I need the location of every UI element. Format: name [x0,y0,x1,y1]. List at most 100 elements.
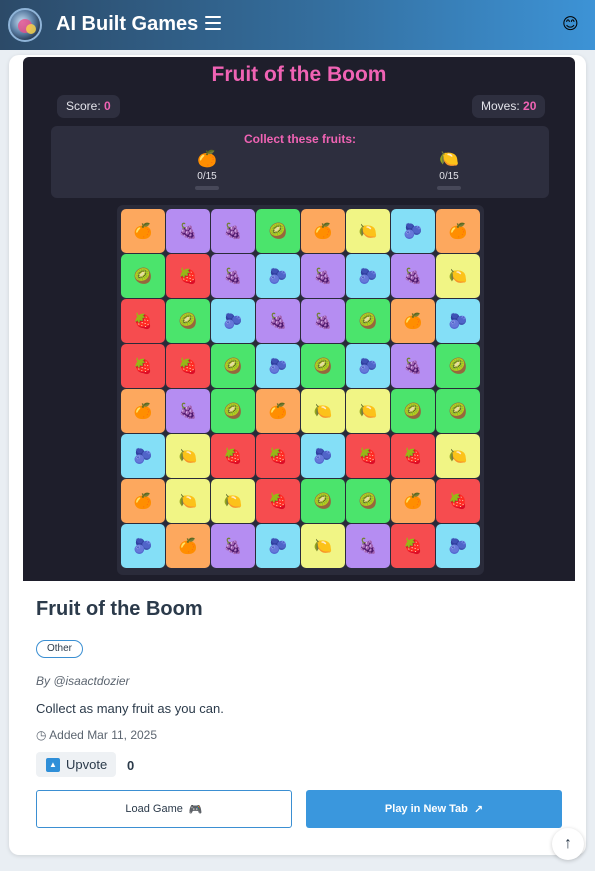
upvote-arrow-icon: ▲ [46,757,60,772]
board-cell-strawberry[interactable]: 🍓 [391,434,435,478]
top-bar: AI Built Games 😊 [0,0,595,50]
moves-display: Moves: 20 [472,95,546,118]
board-cell-kiwi[interactable]: 🥝 [436,389,480,433]
board-cell-berry[interactable]: 🫐 [256,524,300,568]
board-cell-berry[interactable]: 🫐 [391,209,435,253]
user-avatar-icon[interactable]: 😊 [562,16,579,34]
board-cell-lemon[interactable]: 🍋 [211,479,255,523]
board-cell-grape[interactable]: 🍇 [256,299,300,343]
board-cell-kiwi[interactable]: 🥝 [211,389,255,433]
board-cell-berry[interactable]: 🫐 [346,254,390,298]
board-cell-strawberry[interactable]: 🍓 [211,434,255,478]
site-title[interactable]: AI Built Games [56,13,198,36]
upvote-button[interactable]: ▲ Upvote [36,752,116,777]
board-cell-orange[interactable]: 🍊 [301,209,345,253]
board-cell-grape[interactable]: 🍇 [211,209,255,253]
board-cell-orange[interactable]: 🍊 [121,209,165,253]
board-cell-berry[interactable]: 🫐 [211,299,255,343]
clock-icon: ◷ [36,728,47,742]
target-count: 0/15 [439,171,459,182]
board-cell-strawberry[interactable]: 🍓 [391,524,435,568]
board-cell-strawberry[interactable]: 🍓 [346,434,390,478]
board-cell-strawberry[interactable]: 🍓 [256,434,300,478]
board-cell-strawberry[interactable]: 🍓 [121,299,165,343]
scroll-to-top-button[interactable]: ↑ [552,828,584,860]
board-cell-strawberry[interactable]: 🍓 [166,254,210,298]
game-title: Fruit of the Boom [36,598,203,620]
play-new-tab-label: Play in New Tab [384,803,468,815]
board-cell-orange[interactable]: 🍊 [121,479,165,523]
fruit-grid: 🍊 🍇 🍇 🥝 🍊 🍋 🫐 🍊 🥝 🍓 🍇 🫐 🍇 🫐 🍇 🍋 🍓 🥝 🫐 🍇 🍇 🥝 🍊 🫐 🍓 🍓 🥝 🫐 🥝 🫐 🍇 🥝 🍊 🍇 🥝 🍊 🍋 🍋 🥝 🥝… [121,209,480,569]
target-progress-bar [195,186,219,190]
board-cell-lemon[interactable]: 🍋 [436,434,480,478]
board-cell-orange[interactable]: 🍊 [391,299,435,343]
board-cell-strawberry[interactable]: 🍓 [121,344,165,388]
board-cell-berry[interactable]: 🫐 [301,434,345,478]
board-cell-berry[interactable]: 🫐 [436,524,480,568]
board-cell-berry[interactable]: 🫐 [346,344,390,388]
board-cell-strawberry[interactable]: 🍓 [256,479,300,523]
board-cell-grape[interactable]: 🍇 [211,254,255,298]
board-cell-orange[interactable]: 🍊 [436,209,480,253]
board-cell-kiwi[interactable]: 🥝 [121,254,165,298]
load-game-label: Load Game [125,803,183,815]
target-orange: 🍊 0/15 [182,151,232,190]
board-cell-kiwi[interactable]: 🥝 [256,209,300,253]
board-cell-kiwi[interactable]: 🥝 [346,479,390,523]
board-cell-berry[interactable]: 🫐 [256,254,300,298]
board-cell-lemon[interactable]: 🍋 [166,434,210,478]
board-cell-strawberry[interactable]: 🍓 [166,344,210,388]
board-cell-grape[interactable]: 🍇 [346,524,390,568]
target-progress-bar [437,186,461,190]
board-cell-kiwi[interactable]: 🥝 [301,479,345,523]
board-cell-grape[interactable]: 🍇 [391,344,435,388]
board-cell-lemon[interactable]: 🍋 [301,389,345,433]
board-cell-orange[interactable]: 🍊 [166,524,210,568]
moves-value: 20 [523,99,537,113]
load-game-button[interactable]: Load Game 🎮 [36,790,292,828]
game-description: Collect as many fruit as you can. [36,701,224,716]
board-cell-grape[interactable]: 🍇 [166,389,210,433]
board-cell-kiwi[interactable]: 🥝 [436,344,480,388]
board-cell-berry[interactable]: 🫐 [121,434,165,478]
moves-label: Moves: [481,99,520,113]
board-cell-lemon[interactable]: 🍋 [346,209,390,253]
hamburger-menu-icon[interactable] [205,16,221,32]
board-cell-grape[interactable]: 🍇 [211,524,255,568]
board-cell-grape[interactable]: 🍇 [301,299,345,343]
board-cell-kiwi[interactable]: 🥝 [211,344,255,388]
board-cell-berry[interactable]: 🫐 [256,344,300,388]
lemon-icon: 🍋 [439,151,459,168]
board-cell-orange[interactable]: 🍊 [391,479,435,523]
external-link-icon: ↗ [473,803,484,816]
collect-title: Collect these fruits: [243,132,357,146]
board-cell-lemon[interactable]: 🍋 [301,524,345,568]
board-cell-strawberry[interactable]: 🍓 [436,479,480,523]
board-cell-kiwi[interactable]: 🥝 [346,299,390,343]
board-cell-kiwi[interactable]: 🥝 [301,344,345,388]
board-cell-grape[interactable]: 🍇 [301,254,345,298]
score-value: 0 [104,99,111,113]
game-controller-icon: 🎮 [188,803,203,816]
target-count: 0/15 [197,171,217,182]
site-logo[interactable] [8,8,42,42]
board-cell-lemon[interactable]: 🍋 [166,479,210,523]
board-cell-grape[interactable]: 🍇 [166,209,210,253]
board-cell-lemon[interactable]: 🍋 [436,254,480,298]
board-cell-lemon[interactable]: 🍋 [346,389,390,433]
board-cell-berry[interactable]: 🫐 [436,299,480,343]
game-preview: Fruit of the Boom Score: 0 Moves: 20 Col… [23,57,575,581]
vote-count: 0 [127,758,135,773]
board-cell-kiwi[interactable]: 🥝 [391,389,435,433]
board-cell-berry[interactable]: 🫐 [121,524,165,568]
board-cell-orange[interactable]: 🍊 [256,389,300,433]
board-cell-grape[interactable]: 🍇 [391,254,435,298]
board-cell-kiwi[interactable]: 🥝 [166,299,210,343]
target-lemon: 🍋 0/15 [424,151,474,190]
author-label: By @isaactdozier [36,674,130,688]
play-new-tab-button[interactable]: Play in New Tab ↗ [306,790,562,828]
game-canvas-title: Fruit of the Boom [211,63,387,86]
upvote-label: Upvote [66,757,108,772]
board-cell-orange[interactable]: 🍊 [121,389,165,433]
category-tag[interactable]: Other [36,640,84,658]
